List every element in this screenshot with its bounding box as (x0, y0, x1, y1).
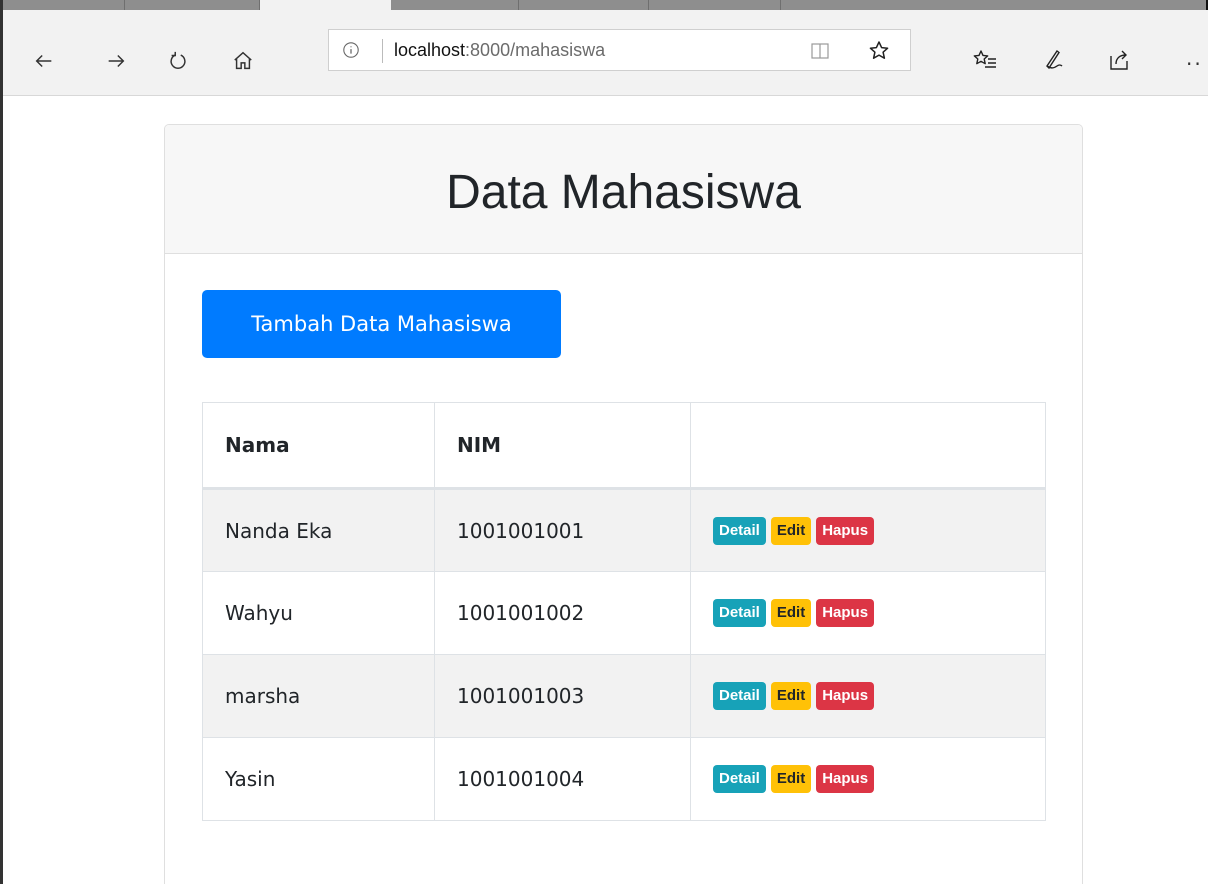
detail-button[interactable]: Detail (713, 765, 766, 793)
cell-nim: 1001001002 (434, 571, 691, 655)
edit-button[interactable]: Edit (770, 765, 812, 793)
detail-button[interactable]: Detail (713, 599, 766, 627)
window-frame-right (1208, 0, 1213, 884)
column-header-actions (690, 402, 1046, 490)
tab-active[interactable] (260, 0, 391, 10)
mahasiswa-table: Nama NIM Nanda Eka 1001001001 Detail Edi… (202, 402, 1046, 821)
back-button[interactable] (29, 46, 59, 76)
table-row: Wahyu 1001001002 Detail Edit Hapus (202, 571, 1046, 655)
edit-button[interactable]: Edit (770, 599, 812, 627)
table-row: Yasin 1001001004 Detail Edit Hapus (202, 737, 1046, 821)
browser-toolbar: localhost:8000/mahasiswa ·· (3, 10, 1208, 96)
refresh-button[interactable] (163, 46, 193, 76)
tab-item[interactable] (391, 0, 519, 10)
cell-actions: Detail Edit Hapus (690, 654, 1046, 738)
cell-nim: 1001001004 (434, 737, 691, 821)
cell-nim: 1001001001 (434, 488, 691, 572)
home-icon (234, 51, 252, 70)
share-button[interactable] (1105, 46, 1133, 74)
cell-nama: marsha (202, 654, 435, 738)
cell-actions: Detail Edit Hapus (690, 737, 1046, 821)
url-text[interactable]: localhost:8000/mahasiswa (394, 40, 605, 61)
card-header: Data Mahasiswa (165, 125, 1082, 254)
cell-nama: Nanda Eka (202, 488, 435, 572)
cell-actions: Detail Edit Hapus (690, 488, 1046, 572)
refresh-icon (170, 51, 186, 69)
home-button[interactable] (228, 46, 258, 76)
favorite-star-icon[interactable] (867, 39, 891, 63)
delete-button[interactable]: Hapus (816, 682, 875, 710)
edit-button[interactable]: Edit (770, 516, 812, 545)
tab-item[interactable] (519, 0, 649, 10)
url-host: localhost (394, 40, 466, 60)
share-icon (1110, 50, 1128, 70)
arrow-left-icon (35, 54, 52, 68)
arrow-right-icon (108, 54, 125, 68)
tab-item[interactable] (3, 0, 125, 10)
address-bar[interactable]: localhost:8000/mahasiswa (328, 29, 911, 71)
forward-button[interactable] (101, 46, 131, 76)
tab-strip (3, 0, 1208, 10)
reading-view-icon[interactable] (809, 40, 831, 62)
notes-button[interactable] (1039, 46, 1067, 74)
tab-item[interactable] (649, 0, 781, 10)
table-header-row: Nama NIM (202, 402, 1046, 490)
cell-actions: Detail Edit Hapus (690, 571, 1046, 655)
detail-button[interactable]: Detail (713, 516, 766, 545)
address-separator (382, 39, 383, 63)
column-header-nim: NIM (434, 402, 691, 490)
add-mahasiswa-button[interactable]: Tambah Data Mahasiswa (202, 290, 561, 358)
delete-button[interactable]: Hapus (816, 516, 875, 545)
delete-button[interactable]: Hapus (816, 765, 875, 793)
table-row: Nanda Eka 1001001001 Detail Edit Hapus (202, 488, 1046, 572)
more-menu-button[interactable]: ·· (1186, 52, 1203, 76)
detail-button[interactable]: Detail (713, 682, 766, 710)
info-icon[interactable] (342, 41, 360, 59)
cell-nama: Wahyu (202, 571, 435, 655)
pen-icon (1046, 49, 1063, 70)
tab-item[interactable] (125, 0, 260, 10)
content-card: Data Mahasiswa Tambah Data Mahasiswa Nam… (164, 124, 1083, 884)
delete-button[interactable]: Hapus (816, 599, 875, 627)
column-header-nama: Nama (202, 402, 435, 490)
favorites-list-icon (973, 50, 996, 68)
favorites-button[interactable] (971, 46, 999, 74)
page-title: Data Mahasiswa (446, 165, 801, 219)
url-path: :8000/mahasiswa (465, 40, 606, 60)
cell-nim: 1001001003 (434, 654, 691, 738)
table-row: marsha 1001001003 Detail Edit Hapus (202, 654, 1046, 738)
cell-nama: Yasin (202, 737, 435, 821)
edit-button[interactable]: Edit (770, 682, 812, 710)
window-frame-left (0, 0, 3, 884)
